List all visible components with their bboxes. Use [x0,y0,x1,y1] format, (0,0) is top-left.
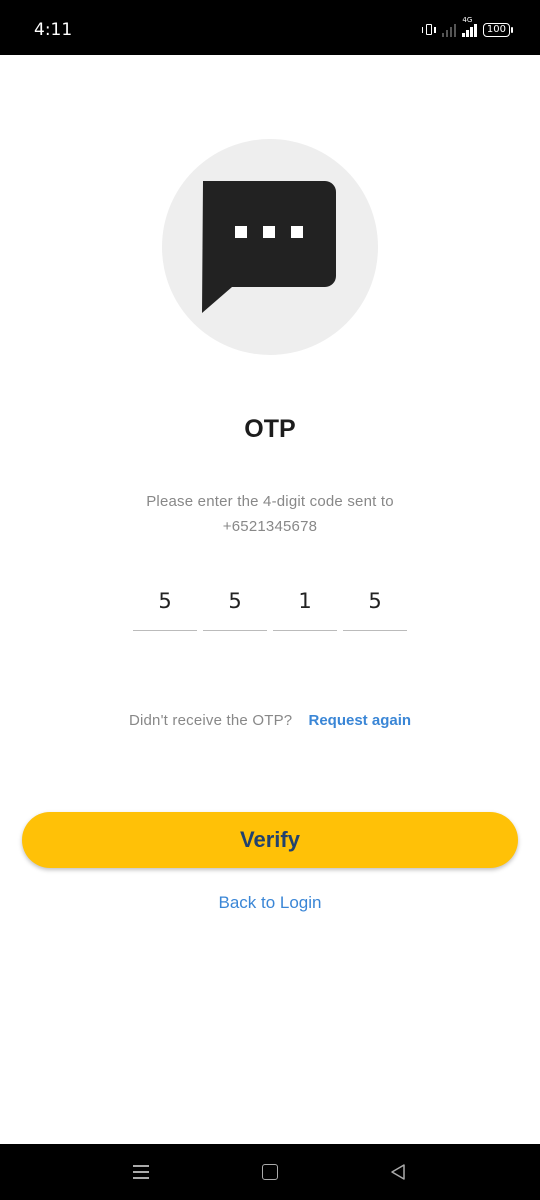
navigation-bar [0,1144,540,1200]
back-icon[interactable] [390,1163,406,1181]
status-icons: 4G 100 [421,16,514,40]
instructions: Please enter the 4-digit code sent to +6… [0,489,540,539]
illustration-circle [162,139,378,355]
vibrate-icon [421,23,436,37]
status-time: 4:11 [34,20,73,40]
request-again-link[interactable]: Request again [309,712,412,729]
otp-digit-1[interactable]: 5 [133,584,197,631]
otp-digit-3[interactable]: 1 [273,584,337,631]
home-icon[interactable] [262,1164,278,1180]
chat-bubble-dots-icon [202,181,336,313]
verify-button[interactable]: Verify [22,812,518,868]
otp-digit-2[interactable]: 5 [203,584,267,631]
resend-prompt: Didn't receive the OTP? [128,712,293,729]
sim2-signal-icon: 4G [462,16,477,37]
verify-button-label: Verify [240,827,300,852]
resend-row: Didn't receive the OTP? Request again [0,712,540,729]
instruction-text: Please enter the 4-digit code sent to [146,493,394,510]
otp-input-row: 5 5 1 5 [133,584,407,631]
page-title: OTP [244,415,296,443]
battery-level: 100 [486,24,506,35]
sim1-signal-icon [441,23,457,37]
phone-number: +6521345678 [222,518,318,535]
battery-icon: 100 [482,23,514,37]
network-type-label: 4G [462,16,473,24]
menu-icon[interactable] [133,1163,149,1181]
back-to-login-link[interactable]: Back to Login [0,893,540,913]
status-bar: 4:11 4G 100 [0,0,540,55]
otp-digit-4[interactable]: 5 [343,584,407,631]
